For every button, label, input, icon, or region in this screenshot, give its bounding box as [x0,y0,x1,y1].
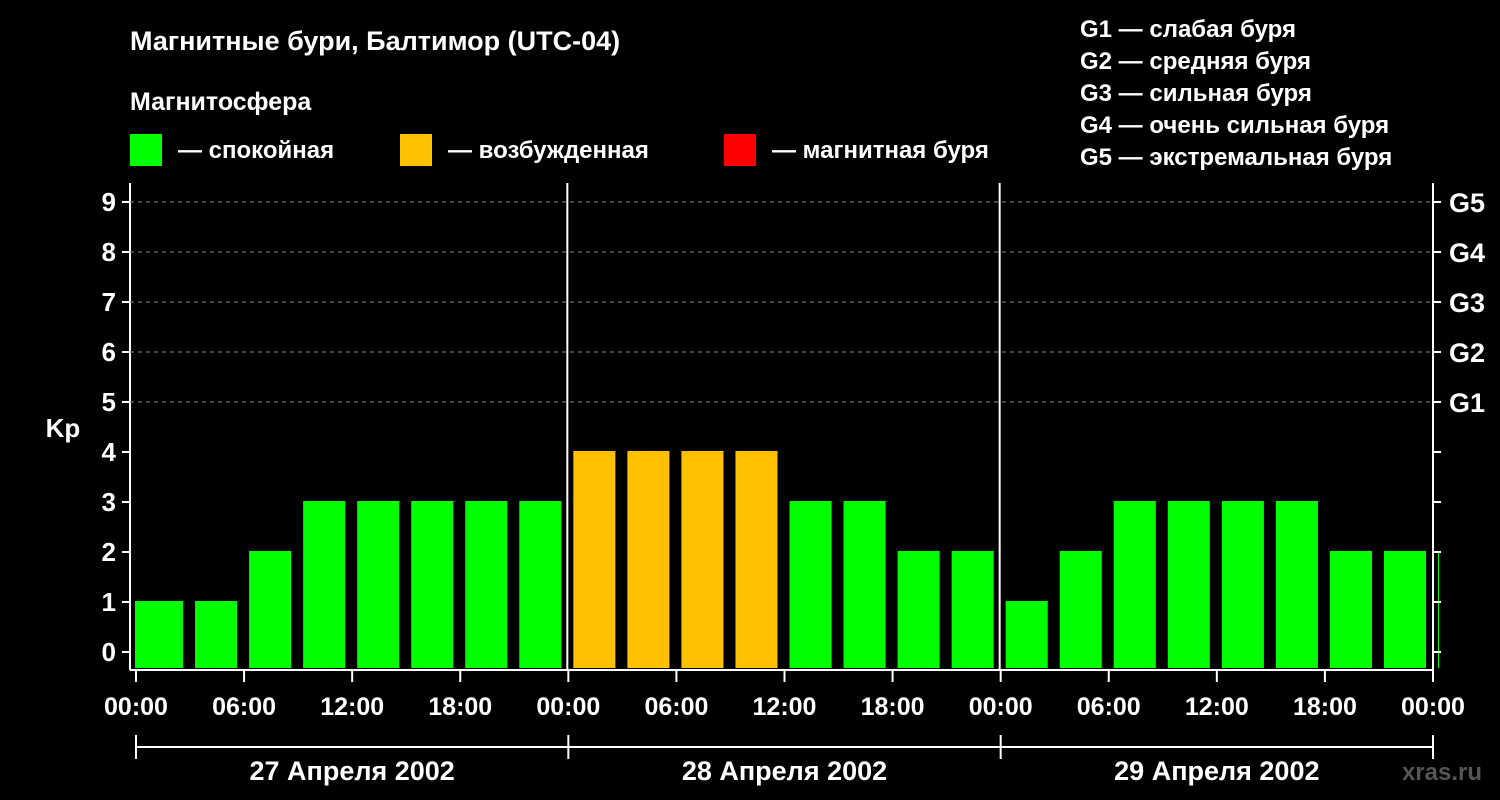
kp-bar [249,551,292,668]
x-tick-label: 12:00 [1185,693,1249,721]
y-tick-label: 6 [102,337,116,367]
kp-bar [195,601,238,668]
scale-legend-g5: G5 — экстремальная буря [1080,144,1392,171]
x-tick-label: 18:00 [428,693,492,721]
y-tick-label: 2 [102,537,116,567]
x-tick-label: 06:00 [1077,693,1141,721]
chart-title: Магнитные бури, Балтимор (UTC-04) [130,26,620,56]
x-tick-label: 18:00 [1293,693,1357,721]
kp-bar [897,551,940,668]
legend: — спокойная — возбужденная — магнитная б… [130,134,989,166]
kp-bar [135,601,184,668]
x-tick-label: 00:00 [104,693,168,721]
kp-bar [411,501,454,668]
scale-legend-g2: G2 — средняя буря [1080,48,1311,75]
x-tick-label: 00:00 [969,693,1033,721]
y-tick-label: 4 [102,437,117,467]
kp-bar [1167,501,1210,668]
kp-bar [735,451,778,668]
storm-scale-legend: G1 — слабая буря G2 — средняя буря G3 — … [1080,16,1392,171]
y-axis-label: Kp [46,413,81,443]
plot-area: 0 1 2 3 4 5 6 7 8 9 G1 G2 G3 G4 G5 00:00 06:00 12:00 18:00… [102,183,1485,786]
legend-swatch-unsettled [400,134,432,166]
g-scale-label: G4 [1449,238,1485,268]
x-tick-label: 06:00 [212,693,276,721]
watermark: xras.ru [1402,759,1482,786]
kp-bar [465,501,508,668]
kp-bar [1059,551,1102,668]
kp-bar [1005,601,1048,668]
legend-label-unsettled: — возбужденная [448,137,649,164]
legend-label-quiet: — спокойная [178,137,334,164]
day-label: 28 Апреля 2002 [682,756,887,786]
x-tick-label: 00:00 [1401,693,1465,721]
y-tick-label: 8 [102,237,116,267]
legend-swatch-quiet [130,134,162,166]
scale-legend-g1: G1 — слабая буря [1080,16,1296,43]
legend-label-storm: — магнитная буря [772,137,989,164]
scale-legend-g4: G4 — очень сильная буря [1080,112,1389,139]
x-tick-label: 18:00 [861,693,925,721]
x-tick-label: 06:00 [644,693,708,721]
y-tick-label: 1 [102,587,116,617]
kp-bar [519,501,562,668]
day-label: 29 Апреля 2002 [1114,756,1319,786]
x-tick-label: 12:00 [753,693,817,721]
chart-subtitle: Магнитосфера [130,88,312,116]
legend-swatch-storm [724,134,756,166]
kp-bar [627,451,670,668]
g-scale-label: G2 [1449,338,1485,368]
kp-bar [1221,501,1264,668]
kp-bar [303,501,346,668]
y-tick-label: 5 [102,387,116,417]
kp-bar [1383,551,1426,668]
x-tick-label: 12:00 [320,693,384,721]
scale-legend-g3: G3 — сильная буря [1080,80,1312,107]
kp-bar [1113,501,1156,668]
g-scale-label: G1 [1449,388,1485,418]
kp-bar [681,451,724,668]
y-tick-label: 7 [102,287,116,317]
kp-bar [1329,551,1372,668]
g-scale-label: G3 [1449,288,1485,318]
y-tick-label: 3 [102,487,116,517]
x-tick-label: 00:00 [536,693,600,721]
kp-bar [843,501,886,668]
kp-bar [1438,551,1439,668]
kp-bar [357,501,400,668]
kp-bar [1275,501,1318,668]
kp-bar [789,501,832,668]
kp-chart: Магнитные бури, Балтимор (UTC-04) Магнит… [46,16,1485,786]
y-tick-label: 9 [102,187,116,217]
kp-bar [573,451,616,668]
kp-bar [951,551,994,668]
y-tick-label: 0 [102,637,116,667]
g-scale-label: G5 [1449,188,1485,218]
day-label: 27 Апреля 2002 [250,756,455,786]
